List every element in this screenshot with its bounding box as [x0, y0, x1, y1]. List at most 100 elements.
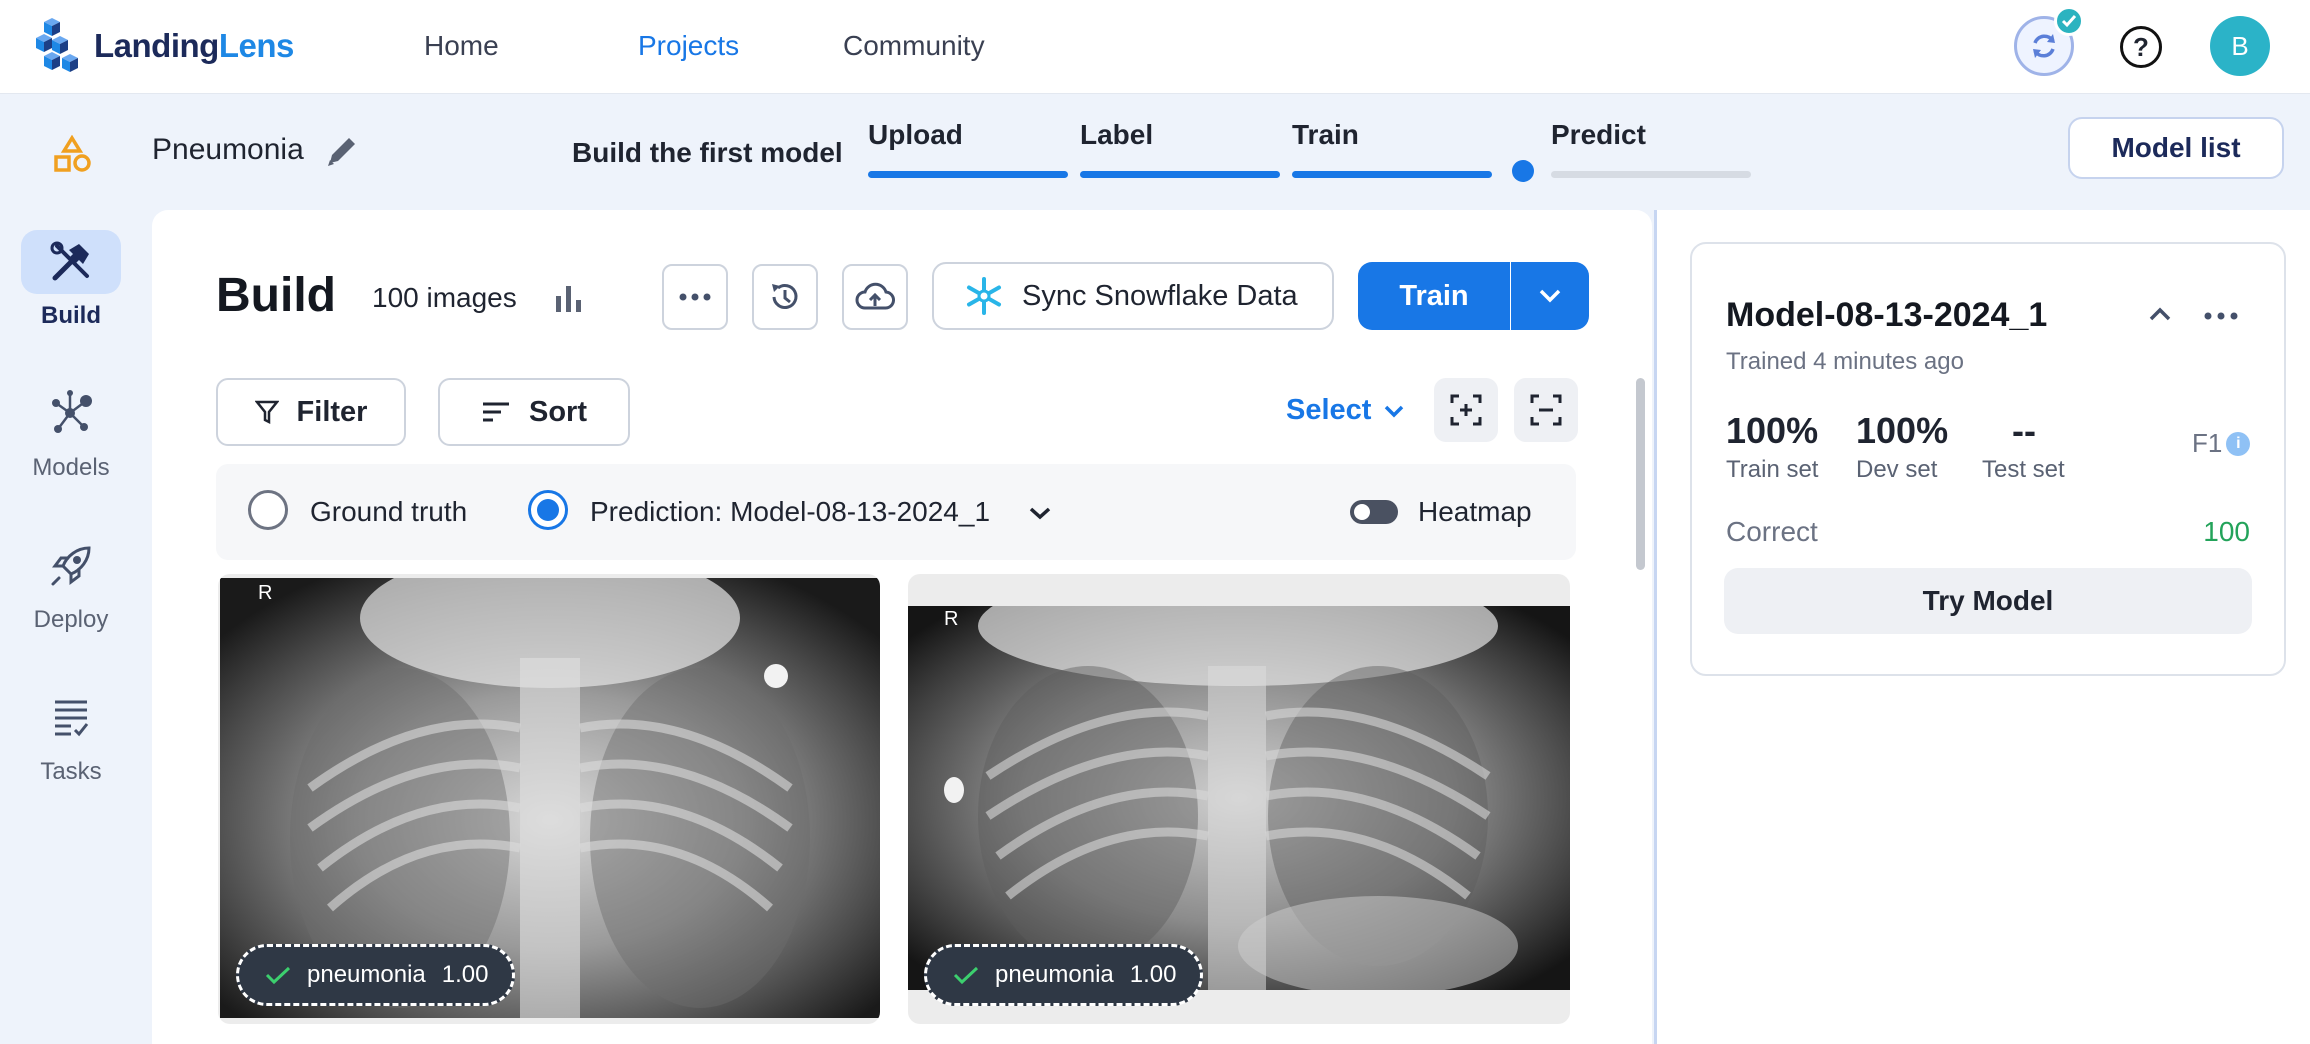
prediction-model-label[interactable]: Prediction: Model-08-13-2024_1	[590, 496, 990, 528]
step-train[interactable]: Train	[1292, 119, 1359, 151]
user-avatar[interactable]: B	[2210, 16, 2270, 76]
select-label: Select	[1286, 394, 1372, 426]
panel-divider[interactable]	[1654, 210, 1657, 1044]
models-network-icon	[52, 390, 92, 433]
cloud-upload-icon	[855, 282, 895, 310]
step-train-label: Train	[1292, 119, 1359, 150]
correct-label: Correct	[1726, 516, 1818, 547]
logo-text-lens: Lens	[218, 27, 295, 64]
sort-label: Sort	[529, 395, 587, 428]
image-count: 100 images	[372, 282, 517, 313]
step-predict[interactable]: Predict	[1551, 119, 1646, 151]
nav-projects-link[interactable]: Projects	[638, 30, 739, 62]
sync-icon	[2033, 34, 2055, 58]
xray-image	[908, 606, 1570, 990]
sidebar-item-models[interactable]: Models	[0, 382, 142, 482]
sidebar-build-icon-wrap	[21, 230, 121, 294]
sidebar-tasks-icon-wrap	[21, 686, 121, 750]
prediction-score: 1.00	[441, 961, 489, 988]
history-icon	[772, 284, 798, 309]
sidebar-item-tasks[interactable]: Tasks	[0, 686, 142, 786]
sync-snowflake-button[interactable]: Sync Snowflake Data	[932, 262, 1334, 330]
check-icon	[2061, 15, 2077, 28]
model-list-button[interactable]: Model list	[2068, 117, 2284, 179]
project-shapes-icon	[54, 135, 91, 172]
heatmap-toggle[interactable]	[1350, 500, 1398, 524]
chevron-up-icon[interactable]	[2148, 306, 2172, 322]
nav-home-link[interactable]: Home	[424, 30, 499, 62]
sidebar-deploy-icon-wrap	[21, 534, 121, 598]
upload-button[interactable]	[842, 264, 908, 330]
train-options-dropdown[interactable]	[1511, 262, 1589, 330]
chevron-down-icon[interactable]	[1028, 506, 1052, 520]
image-card[interactable]: R pneumonia 1.00	[218, 574, 880, 1024]
help-button[interactable]: ?	[2120, 26, 2162, 68]
top-nav: LandingLens Home Projects Community ? B	[0, 0, 2310, 94]
snowflake-icon	[967, 277, 1001, 315]
more-horizontal-icon[interactable]	[2204, 312, 2238, 320]
sidebar-item-build[interactable]: Build	[0, 230, 142, 330]
project-header: Pneumonia Build the first model Upload L…	[0, 95, 2310, 210]
nav-community-link[interactable]: Community	[843, 30, 985, 62]
select-dropdown[interactable]: Select	[1286, 394, 1405, 427]
prediction-badge: pneumonia 1.00	[236, 944, 516, 1006]
build-tools-icon	[50, 241, 89, 281]
focus-plus-icon	[1450, 394, 1482, 426]
metric-selector[interactable]: F1 i	[2192, 428, 2251, 459]
logo-text-landing: Landing	[94, 27, 219, 64]
filter-label: Filter	[296, 395, 368, 428]
train-set-score: 100%	[1726, 410, 1819, 451]
zoom-in-view-button[interactable]	[1434, 378, 1498, 442]
ground-truth-radio[interactable]	[248, 490, 288, 530]
step-upload-label: Upload	[868, 119, 963, 150]
try-model-button[interactable]: Try Model	[1724, 568, 2252, 634]
more-horizontal-icon	[679, 293, 711, 301]
sidebar-models-label: Models	[32, 454, 110, 481]
more-options-button[interactable]	[662, 264, 728, 330]
rocket-icon	[51, 546, 91, 586]
workflow-title: Build the first model	[572, 137, 843, 168]
step-upload[interactable]: Upload	[868, 119, 963, 151]
xray-side-marker: R	[258, 582, 273, 604]
sort-lines-icon	[483, 402, 509, 422]
project-name: Pneumonia	[152, 133, 304, 166]
logo-cubes-icon	[36, 18, 78, 72]
help-icon: ?	[2133, 31, 2149, 62]
prediction-label: pneumonia	[995, 961, 1114, 988]
bar-chart-icon[interactable]	[554, 282, 586, 314]
history-button[interactable]	[752, 264, 818, 330]
focus-minus-icon	[1530, 394, 1562, 426]
filter-funnel-icon	[254, 400, 279, 425]
logo-text: LandingLens	[94, 27, 294, 65]
step-label[interactable]: Label	[1080, 119, 1153, 151]
step-label-label: Label	[1080, 119, 1154, 150]
landinglens-logo[interactable]: LandingLens	[36, 18, 294, 74]
model-card: Model-08-13-2024_1 Trained 4 minutes ago…	[1690, 242, 2286, 676]
model-name: Model-08-13-2024_1	[1726, 296, 2048, 334]
zoom-out-view-button[interactable]	[1514, 378, 1578, 442]
filter-button[interactable]: Filter	[216, 378, 406, 446]
info-icon[interactable]: i	[2226, 431, 2251, 456]
train-set-label: Train set	[1726, 456, 1819, 483]
edit-pencil-icon[interactable]	[322, 131, 362, 171]
metric-label: F1	[2192, 428, 2223, 458]
sort-button[interactable]: Sort	[438, 378, 630, 446]
current-step-dot	[1512, 160, 1534, 182]
prediction-score: 1.00	[1129, 961, 1177, 988]
xray-side-marker: R	[944, 608, 959, 630]
ground-truth-label: Ground truth	[310, 496, 468, 527]
sidebar-item-deploy[interactable]: Deploy	[0, 534, 142, 634]
sidebar-build-label: Build	[41, 302, 101, 329]
page-title: Build	[216, 269, 336, 322]
display-mode-bar: Ground truth Prediction: Model-08-13-202…	[216, 464, 1576, 560]
prediction-radio[interactable]	[528, 490, 568, 530]
model-trained-time: Trained 4 minutes ago	[1726, 348, 1964, 375]
chevron-down-icon	[1385, 405, 1404, 417]
main-scrollbar[interactable]	[1636, 378, 1645, 570]
step-upload-progress	[868, 171, 1068, 178]
step-predict-label: Predict	[1551, 119, 1646, 150]
sidebar-deploy-label: Deploy	[33, 606, 109, 633]
train-button[interactable]: Train	[1358, 262, 1510, 330]
test-set-score: --	[2012, 410, 2036, 451]
image-card[interactable]: R pneumonia 1.00	[908, 574, 1570, 1024]
